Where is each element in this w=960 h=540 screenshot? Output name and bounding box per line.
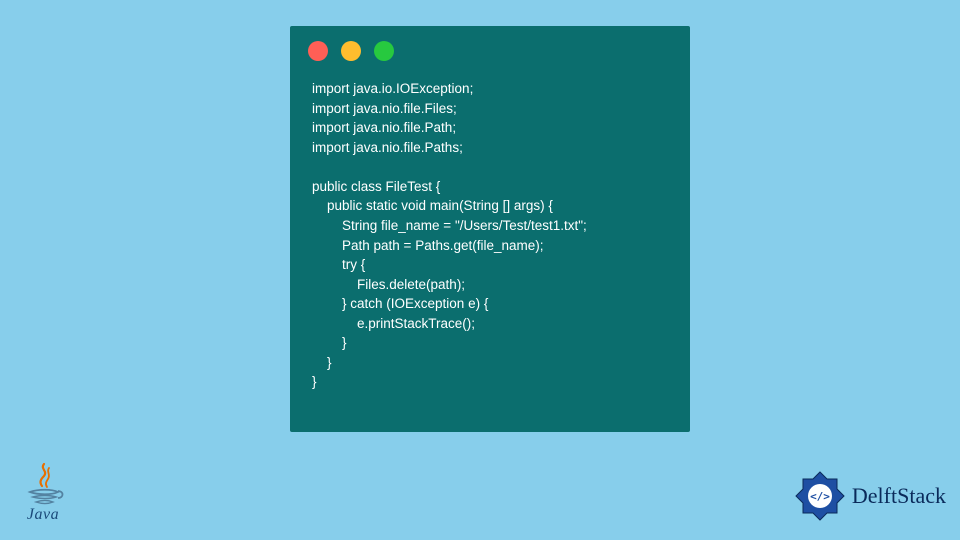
delftstack-badge-icon: </> [794,470,846,522]
window-traffic-lights [290,26,690,69]
close-icon [308,41,328,61]
svg-text:</>: </> [810,490,830,503]
java-logo-text: Java [18,506,68,524]
code-window: import java.io.IOException; import java.… [290,26,690,432]
minimize-icon [341,41,361,61]
delftstack-logo: </> DelftStack [794,470,946,522]
java-cup-icon [18,462,68,506]
code-block: import java.io.IOException; import java.… [290,69,690,402]
delftstack-logo-text: DelftStack [852,483,946,509]
java-logo: Java [18,462,68,524]
maximize-icon [374,41,394,61]
